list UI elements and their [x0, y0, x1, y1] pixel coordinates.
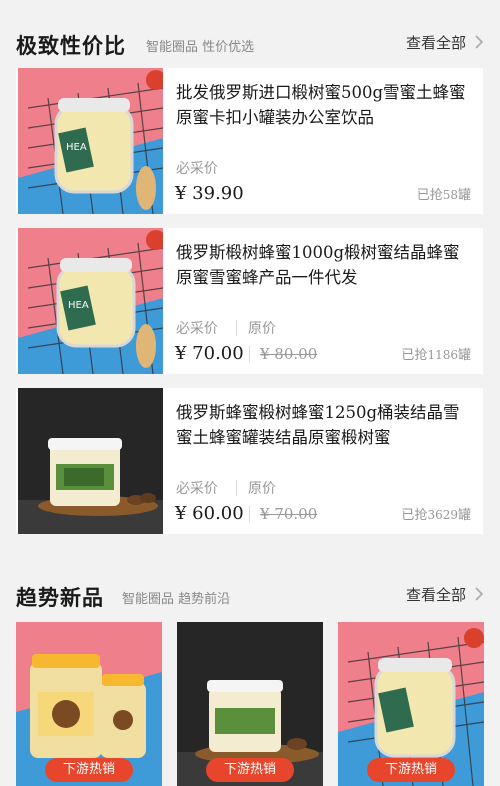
sold-count: 已抢3629罐	[401, 504, 471, 523]
price: ¥ 70.00	[175, 343, 244, 364]
orig-price-label: 原价	[248, 481, 276, 497]
sold-prefix: 已抢	[401, 348, 428, 363]
jar-label-text: HEA	[68, 300, 89, 311]
chevron-right-icon[interactable]	[472, 586, 486, 602]
price-label: 必采价	[176, 161, 218, 177]
section-header-value: 极致性价比 智能圈品 性价优选 查看全部	[0, 16, 500, 66]
jar-label-text: HEA	[66, 142, 87, 153]
sold-count: 已抢58罐	[417, 184, 471, 203]
divider	[249, 346, 250, 362]
section-title: 趋势新品	[16, 586, 104, 610]
product-title[interactable]: 俄罗斯蜂蜜椴树蜂蜜1250g桶装结晶雪蜜土蜂蜜罐装结晶原蜜椴树蜜	[176, 400, 466, 450]
price-label: 必采价	[176, 321, 218, 337]
divider	[236, 320, 237, 336]
product-title[interactable]: 批发俄罗斯进口椴树蜜500g雪蜜土蜂蜜原蜜卡扣小罐装办公室饮品	[176, 80, 466, 130]
sold-number: 1186	[427, 348, 458, 362]
see-all-link[interactable]: 查看全部	[406, 32, 466, 53]
product-card[interactable]: HEA 批发俄罗斯进口椴树蜜500g雪蜜土蜂蜜原蜜卡扣小罐装办公室饮品 必采价 …	[16, 68, 483, 214]
see-all-link[interactable]: 查看全部	[406, 584, 466, 605]
section-header-value: 趋势新品 智能圈品 趋势前沿 查看全部	[0, 568, 500, 618]
hot-sale-tag: 下游热销	[367, 758, 455, 782]
product-image[interactable]	[18, 388, 163, 534]
sold-prefix: 已抢	[416, 188, 443, 203]
sold-unit: 罐	[457, 348, 471, 363]
trend-tile[interactable]: 下游热销	[16, 622, 162, 786]
divider	[236, 480, 237, 496]
sold-number: 58	[442, 188, 458, 202]
sold-unit: 罐	[457, 188, 471, 203]
section-subtitle: 智能圈品 趋势前沿	[122, 592, 231, 607]
sold-prefix: 已抢	[401, 508, 428, 523]
hot-sale-tag: 下游热销	[45, 758, 133, 782]
divider	[249, 506, 250, 522]
orig-price-label: 原价	[248, 321, 276, 337]
sold-count: 已抢1186罐	[401, 344, 471, 363]
product-image[interactable]: HEA	[18, 228, 163, 374]
sold-number: 3629	[427, 508, 458, 522]
product-card[interactable]: HEA 俄罗斯椴树蜂蜜1000g椴树蜜结晶蜂蜜原蜜雪蜜蜂产品一件代发 必采价 原…	[16, 228, 483, 374]
original-price: ¥ 80.00	[260, 345, 318, 363]
price-label: 必采价	[176, 481, 218, 497]
trend-tile[interactable]: 下游热销	[338, 622, 484, 786]
product-card[interactable]: 俄罗斯蜂蜜椴树蜂蜜1250g桶装结晶雪蜜土蜂蜜罐装结晶原蜜椴树蜜 必采价 原价 …	[16, 388, 483, 534]
sold-unit: 罐	[457, 508, 471, 523]
product-image[interactable]: HEA	[18, 68, 163, 214]
hot-sale-tag: 下游热销	[206, 758, 294, 782]
product-title[interactable]: 俄罗斯椴树蜂蜜1000g椴树蜜结晶蜂蜜原蜜雪蜜蜂产品一件代发	[176, 240, 466, 290]
chevron-right-icon[interactable]	[472, 34, 486, 50]
price: ¥ 39.90	[175, 183, 244, 204]
price: ¥ 60.00	[175, 503, 244, 524]
trend-tile[interactable]: 下游热销	[177, 622, 323, 786]
section-title: 极致性价比	[16, 34, 126, 58]
section-subtitle: 智能圈品 性价优选	[146, 40, 255, 55]
original-price: ¥ 70.00	[260, 505, 318, 523]
